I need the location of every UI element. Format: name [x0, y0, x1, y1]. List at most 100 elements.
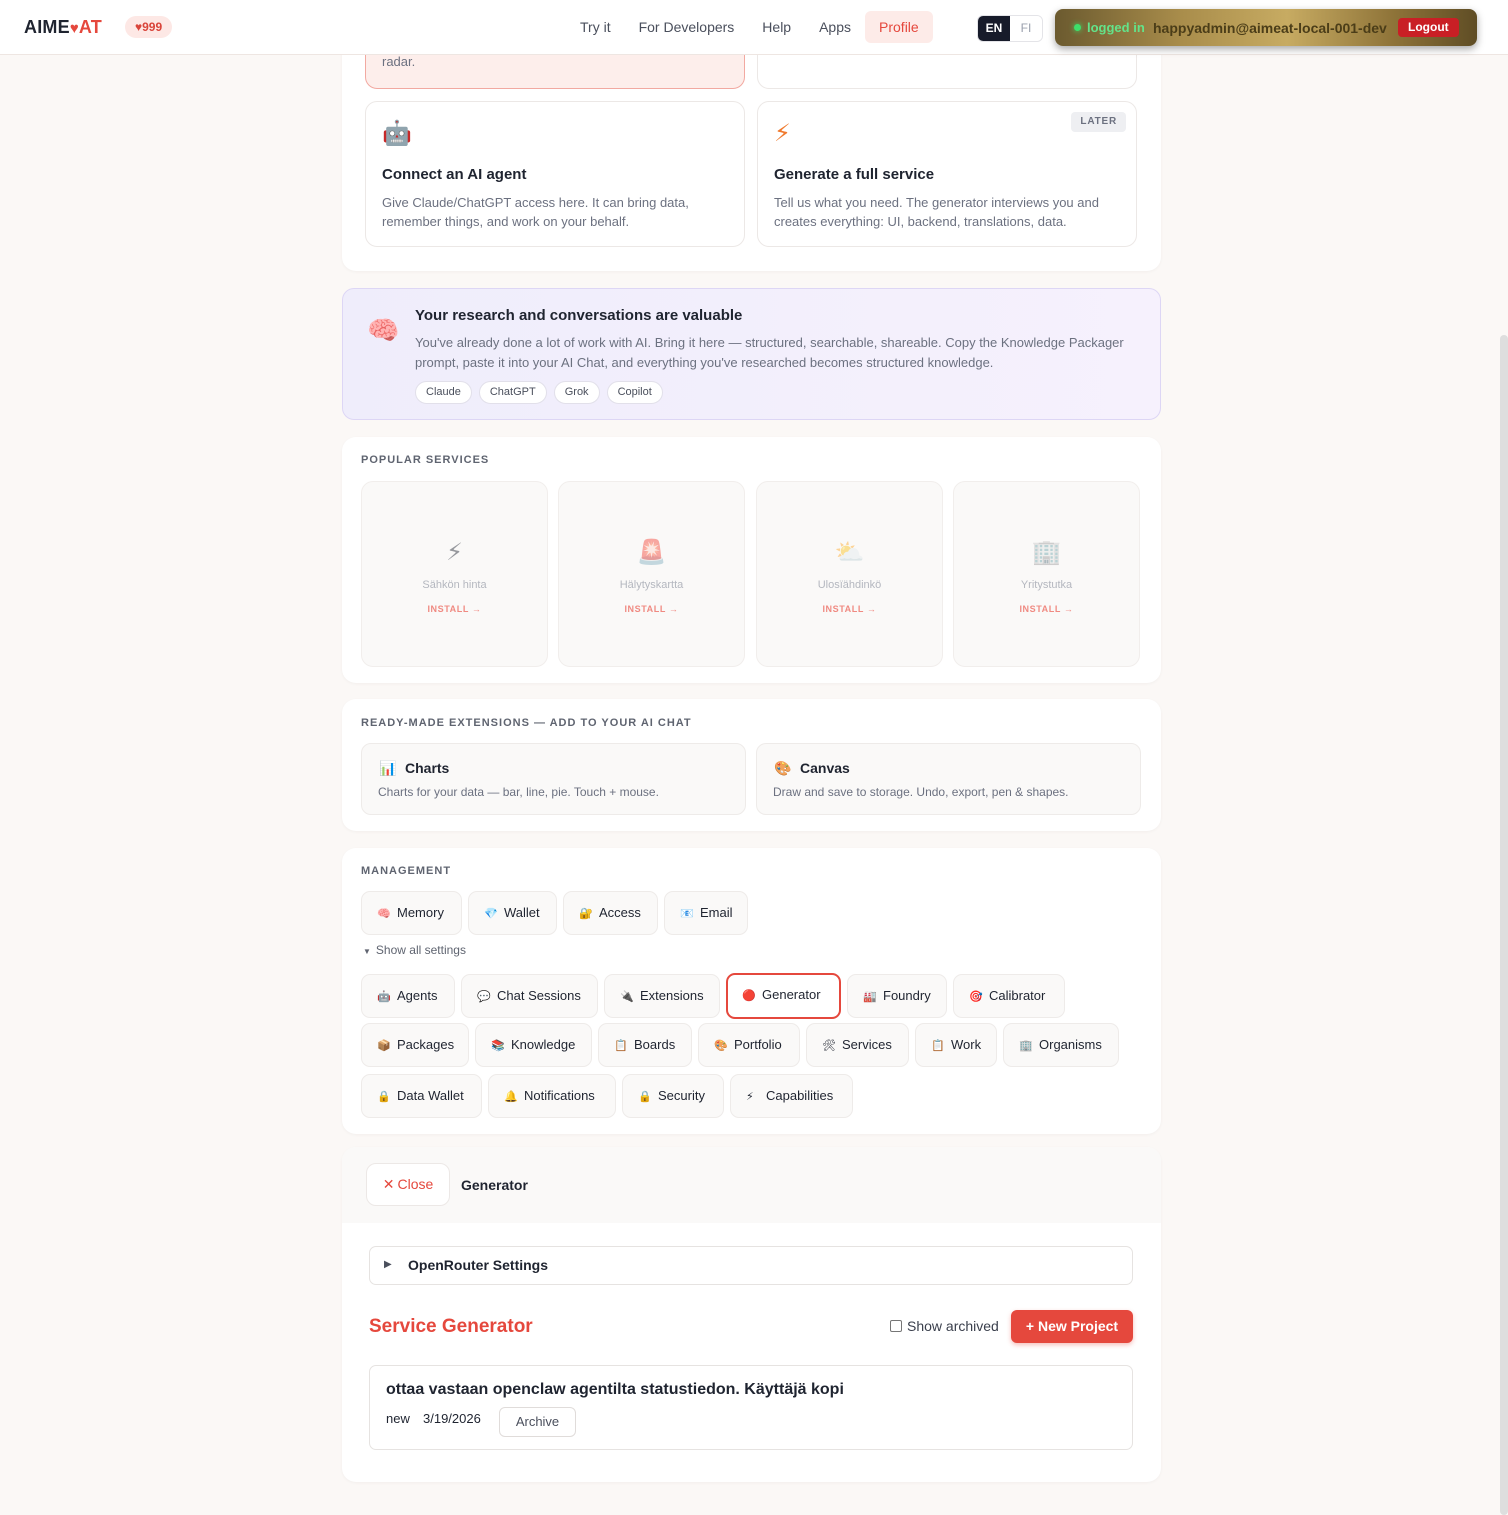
- triangle-icon: ▼: [363, 947, 371, 956]
- tag-claude[interactable]: Claude: [415, 381, 472, 404]
- tag-chatgpt[interactable]: ChatGPT: [478, 381, 547, 404]
- connect-agent-card[interactable]: 🤖 Connect an AI agent Give Claude/ChatGP…: [365, 101, 745, 247]
- management-access[interactable]: 🔐 Access: [563, 891, 658, 935]
- factory-icon: 🏭: [863, 991, 877, 1003]
- settings-agents[interactable]: 🤖 Agents: [361, 974, 455, 1018]
- nav-help[interactable]: Help: [748, 11, 805, 43]
- books-icon: 📚: [491, 1040, 505, 1052]
- brain-icon: 🧠: [367, 315, 400, 345]
- settings-foundry[interactable]: 🏭 Foundry: [847, 974, 947, 1018]
- service-card-halytyskartta[interactable]: 🚨 Hälytyskartta INSTALL →: [558, 481, 745, 667]
- management-wallet[interactable]: 💎 Wallet: [468, 891, 557, 935]
- clipboard-icon: 📋: [614, 1040, 628, 1052]
- clipboard-icon: 📋: [931, 1040, 945, 1052]
- close-button[interactable]: ✕ Close: [366, 1163, 450, 1206]
- plug-icon: 🔌: [620, 991, 634, 1003]
- management-memory[interactable]: 🧠 Memory: [361, 891, 462, 935]
- settings-knowledge[interactable]: 📚 Knowledge: [475, 1023, 592, 1067]
- new-project-button[interactable]: + New Project: [1011, 1310, 1133, 1343]
- palette-icon: 🎨: [774, 760, 792, 776]
- nav-apps[interactable]: Apps: [805, 11, 865, 43]
- extensions-panel: READY-MADE EXTENSIONS — ADD TO YOUR AI C…: [342, 699, 1161, 831]
- settings-organisms[interactable]: 🏢 Organisms: [1003, 1023, 1119, 1067]
- chip-label: Wallet: [504, 905, 540, 920]
- extension-description: Charts for your data — bar, line, pie. T…: [378, 785, 659, 799]
- getting-started-panel: radar. 🤖 Connect an AI agent Give Claude…: [342, 20, 1161, 271]
- chip-label: Portfolio: [734, 1037, 782, 1052]
- expand-triangle-icon: ▶: [384, 1259, 392, 1270]
- show-all-settings-toggle[interactable]: ▼ Show all settings: [363, 943, 466, 957]
- project-card[interactable]: ottaa vastaan openclaw agentilta statust…: [369, 1365, 1133, 1450]
- page-scrollbar[interactable]: [1500, 335, 1508, 1515]
- settings-work[interactable]: 📋 Work: [915, 1023, 997, 1067]
- settings-extensions[interactable]: 🔌 Extensions: [604, 974, 720, 1018]
- close-label: Close: [397, 1176, 434, 1192]
- email-icon: 📧: [680, 908, 694, 920]
- service-card-yritystutka[interactable]: 🏢 Yritystutka INSTALL →: [953, 481, 1140, 667]
- install-link[interactable]: INSTALL →: [559, 604, 744, 614]
- settings-generator[interactable]: 🔴 Generator: [726, 973, 841, 1019]
- chip-label: Agents: [397, 988, 438, 1003]
- panel-title: Generator: [461, 1177, 528, 1193]
- settings-chat-sessions[interactable]: 💬 Chat Sessions: [461, 974, 598, 1018]
- nav-profile[interactable]: Profile: [865, 11, 933, 43]
- banner-title: Your research and conversations are valu…: [415, 307, 743, 324]
- show-archived-toggle[interactable]: Show archived: [890, 1318, 999, 1334]
- settings-packages[interactable]: 📦 Packages: [361, 1023, 469, 1067]
- install-link[interactable]: INSTALL →: [954, 604, 1139, 614]
- service-name: Ulosïähdinkö: [817, 579, 882, 591]
- settings-portfolio[interactable]: 🎨 Portfolio: [698, 1023, 800, 1067]
- archive-button[interactable]: Archive: [499, 1407, 576, 1437]
- extension-name: Charts: [405, 760, 450, 776]
- toggle-label: Show all settings: [375, 943, 466, 957]
- tag-copilot[interactable]: Copilot: [606, 381, 663, 404]
- robot-icon: 🤖: [382, 120, 412, 147]
- chip-label: Calibrator: [989, 988, 1046, 1003]
- lang-en-button[interactable]: EN: [978, 16, 1010, 41]
- chip-label: Security: [658, 1088, 705, 1103]
- settings-security[interactable]: 🔒 Security: [622, 1074, 724, 1118]
- install-link[interactable]: INSTALL →: [757, 604, 942, 614]
- service-card-uloslahdinko[interactable]: ⛅ Ulosïähdinkö INSTALL →: [756, 481, 943, 667]
- credits-badge: ♥999: [125, 16, 173, 38]
- chip-label: Work: [951, 1037, 982, 1052]
- section-label: POPULAR SERVICES: [361, 454, 490, 466]
- palette-icon: 🎨: [714, 1040, 728, 1052]
- brain-icon: 🧠: [377, 908, 391, 920]
- weather-icon: ⛅: [834, 539, 865, 566]
- logo[interactable]: AIME♥AT: [24, 17, 102, 38]
- banner-description: You've already done a lot of work with A…: [415, 335, 1124, 370]
- chip-label: Knowledge: [511, 1037, 576, 1052]
- service-card-sahkon-hinta[interactable]: ⚡ Sähkön hinta INSTALL →: [361, 481, 548, 667]
- extension-description: Draw and save to storage. Undo, export, …: [773, 785, 1069, 799]
- lang-fi-button[interactable]: FI: [1010, 16, 1042, 41]
- chip-label: Chat Sessions: [497, 988, 581, 1003]
- lightning-icon: ⚡: [446, 539, 463, 566]
- lock-key-icon: 🔐: [579, 908, 593, 920]
- logout-button[interactable]: Logout: [1398, 18, 1459, 37]
- extension-card-charts[interactable]: 📊 Charts Charts for your data — bar, lin…: [361, 743, 746, 815]
- show-archived-checkbox[interactable]: [890, 1320, 902, 1332]
- bell-icon: 🔔: [504, 1091, 518, 1103]
- ai-tags: Claude ChatGPT Grok Copilot: [415, 381, 663, 404]
- settings-calibrator[interactable]: 🎯 Calibrator: [953, 974, 1065, 1018]
- management-email[interactable]: 📧 Email: [664, 891, 748, 935]
- chip-label: Notifications: [524, 1088, 595, 1103]
- tag-grok[interactable]: Grok: [553, 381, 600, 404]
- settings-boards[interactable]: 📋 Boards: [598, 1023, 692, 1067]
- settings-notifications[interactable]: 🔔 Notifications: [488, 1074, 616, 1118]
- settings-capabilities[interactable]: ⚡ Capabilities: [730, 1074, 853, 1118]
- install-link[interactable]: INSTALL →: [362, 604, 547, 614]
- nav-for-developers[interactable]: For Developers: [625, 11, 749, 43]
- settings-data-wallet[interactable]: 🔒 Data Wallet: [361, 1074, 482, 1118]
- lock-icon: 🔒: [638, 1091, 652, 1103]
- building-icon: 🏢: [1031, 539, 1062, 566]
- top-navigation-bar: AIME♥AT ♥999 Try it For Developers Help …: [0, 0, 1508, 55]
- openrouter-settings-toggle[interactable]: ▶ OpenRouter Settings: [369, 1246, 1133, 1285]
- generate-service-card[interactable]: ⚡ LATER Generate a full service Tell us …: [757, 101, 1137, 247]
- settings-services[interactable]: 🛠 Services: [806, 1023, 909, 1067]
- red-circle-icon: 🔴: [742, 990, 756, 1002]
- chip-label: Organisms: [1039, 1037, 1102, 1052]
- extension-card-canvas[interactable]: 🎨 Canvas Draw and save to storage. Undo,…: [756, 743, 1141, 815]
- nav-try-it[interactable]: Try it: [566, 11, 625, 43]
